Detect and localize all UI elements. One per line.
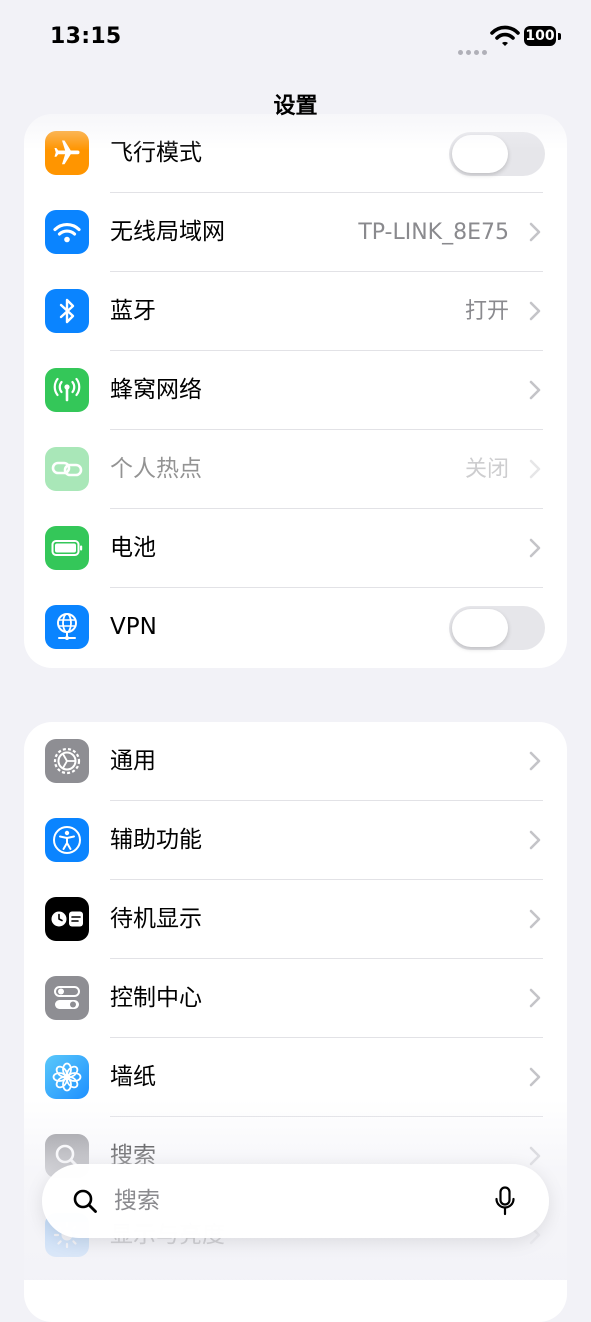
chevron-right-icon (529, 830, 541, 850)
toggle-knob (452, 609, 508, 647)
battery-icon (45, 526, 89, 570)
row-label: 无线局域网 (110, 219, 225, 245)
chevron-right-icon (529, 538, 541, 558)
chevron-right-icon (529, 751, 541, 771)
gear-icon (45, 739, 89, 783)
accessibility-icon (45, 818, 89, 862)
row-label: 蜂窝网络 (110, 377, 202, 403)
row-vpn[interactable]: VPN (24, 588, 567, 667)
row-label: 墙纸 (110, 1064, 156, 1090)
link-icon (45, 447, 89, 491)
row-control-center[interactable]: 控制中心 (24, 959, 567, 1038)
standby-icon (45, 897, 89, 941)
row-label: 飞行模式 (110, 140, 202, 166)
row-wallpaper[interactable]: 墙纸 (24, 1038, 567, 1117)
wifi-icon (45, 210, 89, 254)
switches-icon (45, 976, 89, 1020)
chevron-right-icon (529, 988, 541, 1008)
bluetooth-status: 打开 (464, 299, 509, 324)
search-placeholder: 搜索 (114, 1188, 160, 1214)
row-cellular[interactable]: 蜂窝网络 (24, 351, 567, 430)
row-label: 个人热点 (110, 456, 202, 482)
row-label: 控制中心 (110, 985, 202, 1011)
chevron-right-icon (529, 909, 541, 929)
status-bar: 13:15 100 (0, 0, 591, 75)
row-label: 辅助功能 (110, 827, 202, 853)
cellular-signal-icon (458, 40, 490, 59)
airplane-mode-toggle[interactable] (449, 132, 545, 176)
row-bluetooth[interactable]: 蓝牙 打开 (24, 272, 567, 351)
row-personal-hotspot: 个人热点 关闭 (24, 430, 567, 509)
flower-icon (45, 1055, 89, 1099)
row-general[interactable]: 通用 (24, 722, 567, 801)
globe-icon (45, 605, 89, 649)
battery-status-icon: 100 (524, 26, 564, 48)
search-bar[interactable]: 搜索 (42, 1164, 549, 1238)
wifi-status-icon (490, 25, 520, 46)
row-battery[interactable]: 电池 (24, 509, 567, 588)
row-standby[interactable]: 待机显示 (24, 880, 567, 959)
row-label: VPN (110, 614, 157, 640)
battery-level: 100 (524, 26, 556, 46)
row-label: 待机显示 (110, 906, 202, 932)
row-label: 蓝牙 (110, 298, 156, 324)
status-time: 13:15 (50, 24, 122, 49)
search-icon (73, 1189, 97, 1213)
row-airplane-mode[interactable]: 飞行模式 (24, 114, 567, 193)
chevron-right-icon (529, 222, 541, 242)
connectivity-group: 飞行模式 无线局域网 TP-LINK_8E75 蓝牙 打开 蜂窝网络 个人热点 … (24, 114, 567, 668)
chevron-right-icon (529, 1146, 541, 1166)
chevron-right-icon (529, 459, 541, 479)
antenna-icon (45, 368, 89, 412)
row-label: 通用 (110, 748, 156, 774)
microphone-icon[interactable] (495, 1186, 515, 1216)
bluetooth-icon (45, 289, 89, 333)
toggle-knob (452, 135, 508, 173)
row-label: 电池 (110, 535, 156, 561)
vpn-toggle[interactable] (449, 606, 545, 650)
row-wifi[interactable]: 无线局域网 TP-LINK_8E75 (24, 193, 567, 272)
chevron-right-icon (529, 301, 541, 321)
hotspot-status: 关闭 (464, 457, 509, 482)
chevron-right-icon (529, 380, 541, 400)
airplane-icon (45, 131, 89, 175)
wifi-network-name: TP-LINK_8E75 (358, 220, 509, 245)
chevron-right-icon (529, 1067, 541, 1087)
row-accessibility[interactable]: 辅助功能 (24, 801, 567, 880)
page-title: 设置 (273, 94, 318, 119)
